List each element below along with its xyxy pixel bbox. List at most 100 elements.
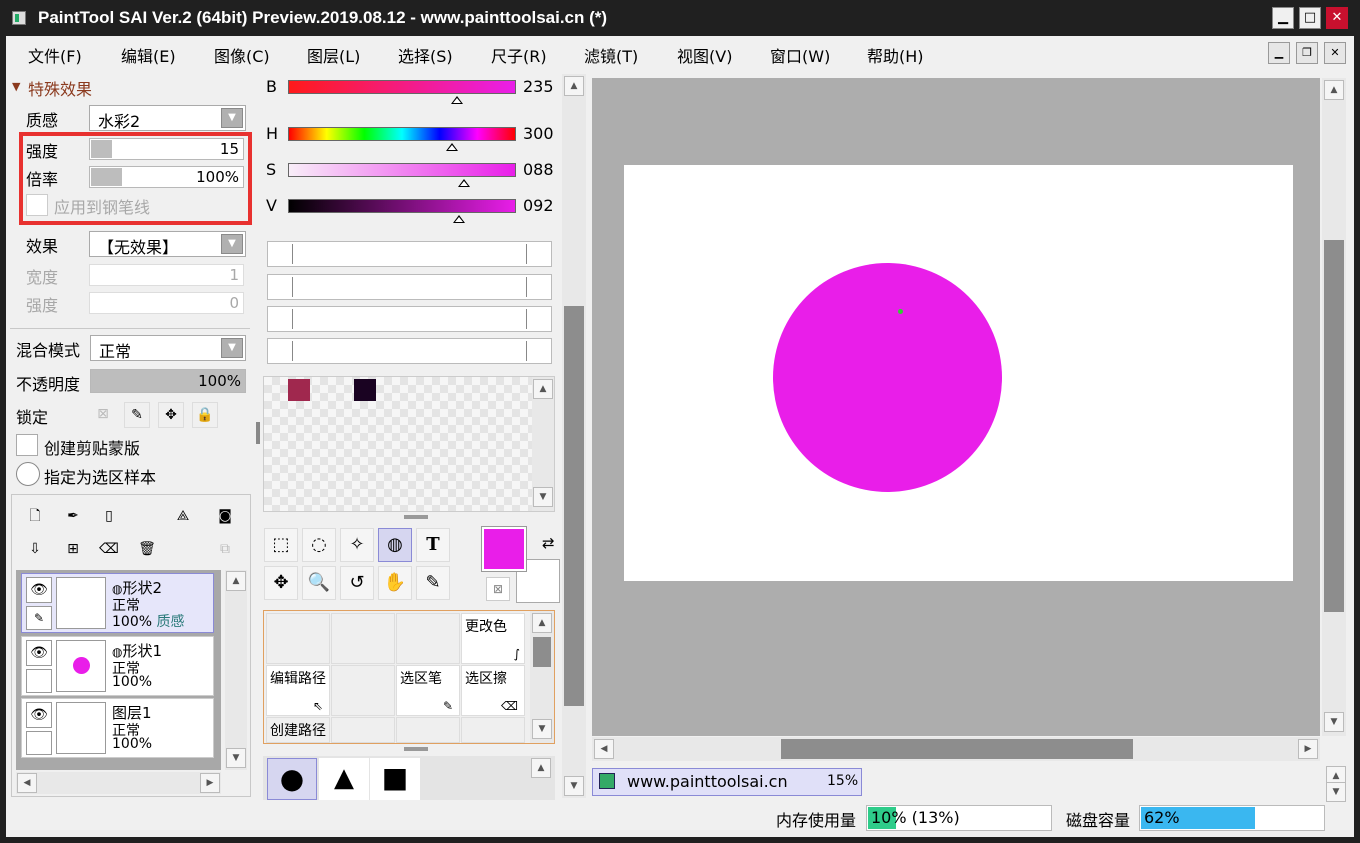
scroll-thumb[interactable]: [533, 637, 551, 667]
brush-select-pen[interactable]: 选区笔 ✎: [396, 665, 460, 716]
pen-lock-box[interactable]: [26, 669, 52, 693]
triangle-shape-option[interactable]: ▲: [319, 758, 369, 800]
scroll-up-icon[interactable]: ▲: [564, 76, 584, 96]
tool-panel-scrollbar[interactable]: ▲ ▼: [562, 74, 586, 798]
mdi-restore-button[interactable]: ❐: [1296, 42, 1318, 64]
brush-slot-empty[interactable]: [331, 665, 395, 716]
scroll-up-icon[interactable]: ▲: [532, 613, 552, 633]
scroll-right-icon[interactable]: ▶: [1298, 739, 1318, 759]
new-layer-icon[interactable]: 🗋: [22, 504, 48, 530]
strength-slider[interactable]: 15: [89, 138, 244, 160]
scroll-right-icon[interactable]: ▶: [200, 773, 220, 793]
pen-lock-box[interactable]: [26, 731, 52, 755]
canvas-vscrollbar[interactable]: ▲ ▼: [1322, 78, 1346, 736]
texture-select[interactable]: 水彩2 ▼: [89, 105, 246, 131]
brush-slot-empty[interactable]: [266, 613, 330, 664]
collapse-triangle-icon[interactable]: ▼: [12, 80, 20, 93]
main-color-swatch[interactable]: [481, 526, 527, 572]
mdi-minimize-button[interactable]: ▁: [1268, 42, 1290, 64]
custom-slider-2[interactable]: [267, 274, 552, 300]
effect-select[interactable]: 【无效果】 ▼: [89, 231, 246, 257]
scroll-down-icon[interactable]: ▼: [532, 719, 552, 739]
close-button[interactable]: ✕: [1326, 7, 1348, 29]
menu-select[interactable]: 选择(S): [398, 43, 453, 67]
splitter-handle[interactable]: [404, 515, 428, 519]
scroll-thumb[interactable]: [564, 306, 584, 706]
scroll-left-icon[interactable]: ◀: [17, 773, 37, 793]
brush-slot-empty[interactable]: [461, 717, 525, 743]
layer-item[interactable]: 👁 ✎ ◍形状2 正常 100% 质感: [21, 573, 214, 633]
canvas-viewport[interactable]: [592, 78, 1320, 736]
menu-file[interactable]: 文件(F): [28, 43, 82, 67]
brush-slot-empty[interactable]: [396, 717, 460, 743]
brush-slot-empty[interactable]: [331, 717, 395, 743]
color-s-bar[interactable]: [288, 163, 516, 177]
menu-ruler[interactable]: 尺子(R): [491, 43, 547, 67]
lasso-tool[interactable]: ◌: [302, 528, 336, 562]
visibility-eye-icon[interactable]: 👁: [26, 640, 52, 666]
color-b-bar[interactable]: [288, 80, 516, 94]
new-vector-layer-icon[interactable]: ✒: [60, 504, 86, 530]
color-b-caret[interactable]: [450, 96, 463, 104]
merge-visible-icon[interactable]: ⊞: [60, 537, 86, 563]
text-tool[interactable]: T: [416, 528, 450, 562]
maximize-button[interactable]: □: [1299, 7, 1321, 29]
lock-paint-icon[interactable]: ✎: [124, 402, 150, 428]
shape-layer-icon[interactable]: ⟁: [170, 504, 196, 530]
menu-edit[interactable]: 编辑(E): [121, 43, 176, 67]
color-h-bar[interactable]: [288, 127, 516, 141]
brush-change-color[interactable]: 更改色 ∫: [461, 613, 525, 664]
hand-tool[interactable]: ✋: [378, 566, 412, 600]
color-v-caret[interactable]: [453, 215, 465, 223]
rect-select-tool[interactable]: ⬚: [264, 528, 298, 562]
brush-scrollbar[interactable]: ▲ ▼: [530, 611, 554, 743]
custom-slider-3[interactable]: [267, 306, 552, 332]
effect-strength-slider[interactable]: 0: [89, 292, 244, 314]
brush-slot-empty[interactable]: [396, 613, 460, 664]
brush-slot-empty[interactable]: [331, 613, 395, 664]
lock-transparency-icon[interactable]: ⊠: [90, 402, 116, 428]
scroll-down-icon[interactable]: ▼: [533, 487, 553, 507]
scroll-down-icon[interactable]: ▼: [226, 748, 246, 768]
scroll-down-icon[interactable]: ▼: [1326, 782, 1346, 802]
magic-wand-tool[interactable]: ✧: [340, 528, 374, 562]
swap-colors-icon[interactable]: ⇄: [542, 534, 555, 552]
visibility-eye-icon[interactable]: 👁: [26, 702, 52, 728]
apply-pen-checkbox[interactable]: [26, 194, 48, 216]
scroll-up-icon[interactable]: ▲: [533, 379, 553, 399]
scroll-thumb[interactable]: [781, 739, 1133, 759]
opacity-slider[interactable]: 100%: [90, 369, 246, 393]
brush-select-eraser[interactable]: 选区擦 ⌫: [461, 665, 525, 716]
brush-edit-path[interactable]: 编辑路径 ⇖: [266, 665, 330, 716]
lock-all-icon[interactable]: 🔒: [192, 402, 218, 428]
ratio-slider[interactable]: 100%: [89, 166, 244, 188]
merge-down-icon[interactable]: ⇩: [22, 537, 48, 563]
selection-sample-radio[interactable]: [16, 462, 40, 486]
document-tab[interactable]: www.painttoolsai.cn 15%: [592, 768, 862, 796]
move-tool[interactable]: ✥: [264, 566, 298, 600]
new-folder-icon[interactable]: ▯: [96, 504, 122, 530]
custom-slider-1[interactable]: [267, 241, 552, 267]
lock-move-icon[interactable]: ✥: [158, 402, 184, 428]
scroll-thumb[interactable]: [1324, 240, 1344, 612]
clip-mask-checkbox[interactable]: [16, 434, 38, 456]
menu-filter[interactable]: 滤镜(T): [584, 43, 638, 67]
scroll-down-icon[interactable]: ▼: [1324, 712, 1344, 732]
swatch[interactable]: [288, 379, 310, 401]
menu-image[interactable]: 图像(C): [214, 43, 270, 67]
transparent-color-icon[interactable]: ⊠: [486, 577, 510, 601]
menu-window[interactable]: 窗口(W): [770, 43, 830, 67]
menu-layer[interactable]: 图层(L): [307, 43, 360, 67]
scroll-down-icon[interactable]: ▼: [564, 776, 584, 796]
pen-lock-icon[interactable]: ✎: [26, 606, 52, 630]
swatch-palette[interactable]: ▲ ▼: [263, 376, 555, 512]
layer-item[interactable]: 👁 图层1 正常 100%: [21, 698, 214, 758]
layer-item[interactable]: 👁 ◍形状1 正常 100%: [21, 636, 214, 696]
zoom-tool[interactable]: 🔍: [302, 566, 336, 600]
mdi-close-button[interactable]: ✕: [1324, 42, 1346, 64]
splitter-handle[interactable]: [404, 747, 428, 751]
visibility-eye-icon[interactable]: 👁: [26, 577, 52, 603]
ellipse-shape-option[interactable]: ●: [267, 758, 317, 800]
minimize-button[interactable]: ▁: [1272, 7, 1294, 29]
scroll-up-icon[interactable]: ▲: [226, 571, 246, 591]
